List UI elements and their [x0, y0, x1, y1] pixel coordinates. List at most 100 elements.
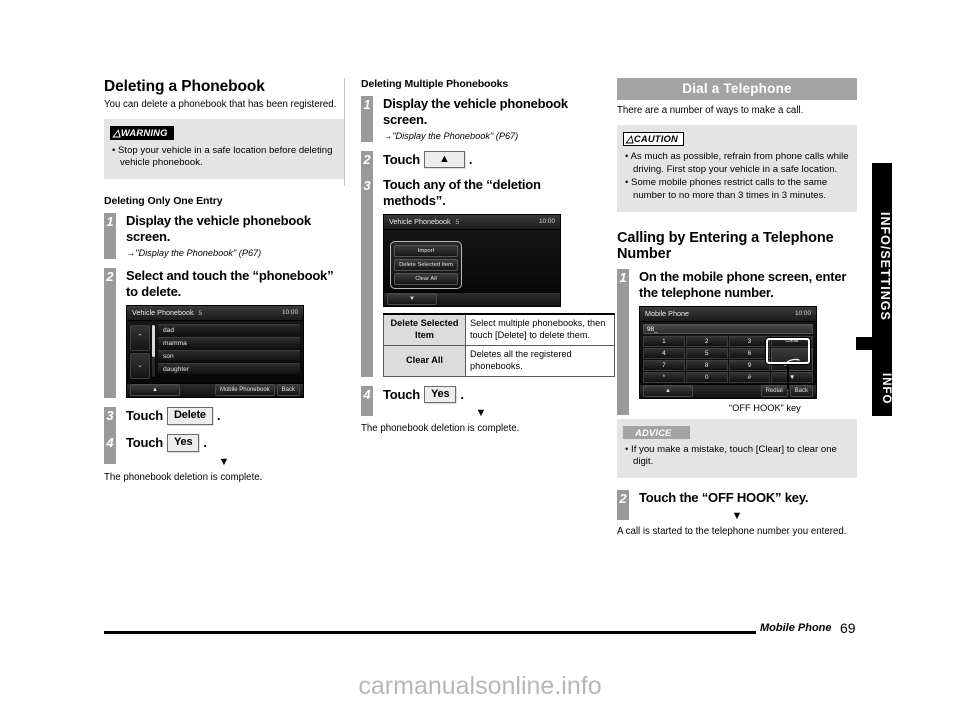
column3-heading: Calling by Entering a Telephone Number	[617, 229, 834, 263]
step-1: 1 Display the vehicle phonebook screen. …	[361, 96, 601, 143]
step-4: 4 Touch Yes .	[104, 433, 344, 464]
scrollbar[interactable]	[152, 324, 155, 377]
warning-list: Stop your vehicle in a safe location bef…	[110, 145, 338, 170]
screen-clock: 10:00	[282, 309, 298, 317]
column1-intro: You can delete a phonebook that has been…	[104, 98, 337, 110]
delete-key[interactable]: Delete	[167, 406, 213, 425]
list-item[interactable]: dad	[158, 323, 300, 335]
step-1: 1 On the mobile phone screen, enter the …	[617, 268, 857, 415]
step-number: 3	[104, 406, 116, 437]
caution-triangle-icon: △	[626, 133, 634, 145]
key-6[interactable]: 6	[728, 347, 771, 359]
callout-leader-line	[787, 363, 789, 389]
step-number: 3	[361, 177, 373, 377]
warning-triangle-icon: △	[113, 127, 121, 139]
step-number: 4	[104, 433, 116, 464]
step-text-prefix: Touch	[126, 408, 164, 424]
screen-title: Vehicle Phonebook 5	[389, 217, 460, 227]
step-title: Display the vehicle phonebook screen.	[383, 96, 568, 127]
key-0[interactable]: 0	[685, 371, 728, 383]
redial-button[interactable]: Redial	[760, 385, 788, 398]
table-value: Deletes all the registered phonebooks.	[465, 344, 615, 377]
yes-key[interactable]: Yes	[167, 433, 200, 452]
key-hash[interactable]: #	[728, 371, 771, 383]
step-title: Touch ▲ .	[383, 151, 601, 169]
step-title: Touch Delete .	[126, 406, 344, 425]
sidebar-tab-info-settings[interactable]: INFO/SETTINGS	[872, 163, 892, 348]
list-item: If you make a mistake, touch [Clear] to …	[623, 444, 851, 469]
key-9[interactable]: 9	[728, 359, 771, 371]
import-menu-item[interactable]: Import	[394, 244, 458, 257]
result-text: The phonebook deletion is complete.	[361, 423, 520, 435]
screen-clock: 10:00	[539, 218, 555, 226]
step-text-suffix: .	[468, 152, 473, 168]
footer-rule	[104, 631, 756, 635]
step-number: 4	[361, 385, 373, 416]
list-item[interactable]: son	[158, 349, 300, 361]
step-2: 2 Touch the “OFF HOOK” key.	[617, 489, 857, 520]
key-3[interactable]: 3	[728, 335, 771, 347]
key-asterisk[interactable]: *	[643, 371, 685, 383]
key-7[interactable]: 7	[643, 359, 685, 371]
step-text-suffix: .	[460, 387, 464, 403]
warning-box: △WARNING Stop your vehicle in a safe loc…	[104, 118, 344, 180]
watermark: carmanualsonline.info	[358, 672, 602, 700]
step-2: 2 Touch ▲ .	[361, 151, 601, 182]
column2-subheading: Deleting Multiple Phonebooks	[361, 78, 509, 90]
section-title-bar: Dial a Telephone	[617, 78, 857, 100]
menu-down-button[interactable]: ▼	[387, 293, 437, 306]
keypad-down-key[interactable]: ▼	[771, 371, 813, 383]
screen-count: 5	[198, 310, 203, 318]
list-item: As much as possible, refrain from phone …	[623, 151, 851, 176]
step-title: Touch the “OFF HOOK” key.	[639, 489, 809, 505]
delete-selected-item-menu-item[interactable]: Delete Selected Item	[394, 258, 458, 271]
column-three: Dial a Telephone There are a number of w…	[617, 78, 857, 539]
phone-number-input[interactable]: 98_	[643, 323, 813, 334]
back-button[interactable]: Back	[789, 385, 813, 398]
screen-footer: ▼	[384, 291, 560, 306]
screen-title: Mobile Phone	[645, 309, 689, 319]
step-title: Touch any of the “deletion methods”.	[383, 177, 541, 208]
menu-up-button[interactable]: ▲	[643, 385, 693, 398]
step-title: Display the vehicle phonebook screen.	[126, 213, 311, 244]
step-text-prefix: Touch	[383, 387, 421, 403]
step-number: 2	[104, 268, 116, 398]
scroll-up-icon[interactable]: ⌃	[130, 324, 150, 351]
step-text-prefix: Touch	[126, 435, 164, 451]
clear-all-menu-item[interactable]: Clear All	[394, 272, 458, 285]
flow-arrow-icon: ▼	[218, 455, 230, 468]
up-arrow-key[interactable]: ▲	[424, 151, 465, 169]
sidebar-tab-info[interactable]: INFO	[872, 348, 892, 416]
caution-label: △CAUTION	[623, 131, 684, 146]
screen-clock: 10:00	[795, 310, 811, 318]
advice-list: If you make a mistake, touch [Clear] to …	[623, 444, 851, 469]
key-5[interactable]: 5	[685, 347, 728, 359]
step-text-suffix: .	[216, 408, 221, 424]
caution-list: As much as possible, refrain from phone …	[623, 151, 851, 203]
mobile-phonebook-button[interactable]: Mobile Phonebook	[214, 384, 275, 397]
advice-label: ADVICE	[623, 425, 690, 439]
off-hook-callout-box	[766, 337, 810, 364]
result-text: The phonebook deletion is complete.	[104, 471, 263, 483]
key-8[interactable]: 8	[685, 359, 728, 371]
mobile-phone-keypad-screen: Mobile Phone 10:00 98_ 1 2 3 Clear 4 5 6	[639, 305, 817, 399]
table-key: Delete Selected Item	[383, 313, 466, 346]
menu-up-button[interactable]: ▲	[130, 384, 180, 397]
list-item[interactable]: mamma	[158, 336, 300, 348]
column-one: Deleting a Phonebook You can delete a ph…	[104, 78, 344, 485]
table-key: Clear All	[383, 344, 466, 377]
deletion-methods-screen: Vehicle Phonebook 5 10:00 Import Delete S…	[383, 213, 561, 307]
list-item[interactable]: daughter	[158, 362, 300, 374]
key-1[interactable]: 1	[643, 335, 685, 347]
column-divider	[344, 78, 345, 186]
step-reference: →"Display the Phonebook" (P67)	[383, 130, 519, 141]
column-two: Deleting Multiple Phonebooks 1 Display t…	[361, 78, 615, 436]
manual-page: Deleting a Phonebook You can delete a ph…	[0, 0, 960, 708]
back-button[interactable]: Back	[276, 384, 300, 397]
yes-key[interactable]: Yes	[424, 385, 457, 404]
scroll-down-icon[interactable]: ⌄	[130, 352, 150, 379]
key-4[interactable]: 4	[643, 347, 685, 359]
warning-label: △WARNING	[110, 125, 174, 140]
key-2[interactable]: 2	[685, 335, 728, 347]
step-text-prefix: Touch	[383, 152, 421, 168]
